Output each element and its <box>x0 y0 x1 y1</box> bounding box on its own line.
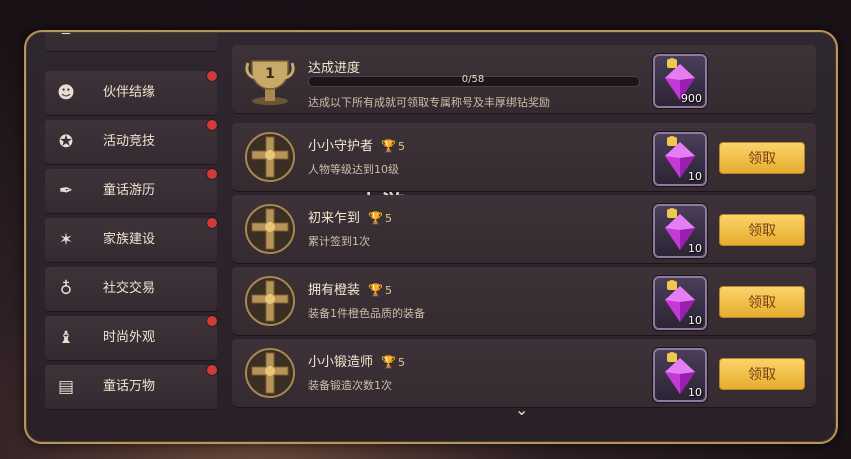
trophy-icon: 🏆 <box>381 139 396 153</box>
progress-value: 0/58 <box>461 74 485 85</box>
book-icon: ▤ <box>57 377 75 397</box>
trophy-icon: 🏆 <box>381 355 396 369</box>
notification-dot <box>207 365 217 375</box>
trophy-count: 5 <box>397 356 405 369</box>
progress-title: 达成进度 <box>308 61 361 76</box>
sidebar-item-label: 家族建设 <box>103 33 155 51</box>
trophy-icon: 🏆 <box>368 283 383 297</box>
achievement-desc: 装备1件橙色品质的装备 <box>308 307 425 320</box>
sidebar-item-fashion[interactable]: ♝ 时尚外观 <box>45 316 217 360</box>
sidebar-item-label: 伙伴结缘 <box>103 85 156 100</box>
achievement-card: 小小守护者 🏆 5 人物等级达到10级 10 领取 <box>232 123 816 191</box>
trophy-count: 5 <box>397 140 405 153</box>
sidebar-item-label: 社交交易 <box>103 281 156 296</box>
claim-button[interactable]: 领取 <box>719 214 805 246</box>
feather-icon: ✒ <box>58 181 74 201</box>
achievement-card: 小小锻造师 🏆 5 装备锻造次数1次 10 领取 <box>232 339 816 407</box>
family-icon: ✶ <box>58 230 74 250</box>
reward-slot[interactable]: 900 <box>653 54 707 108</box>
sidebar-item-companion[interactable]: ☻ 伙伴结缘 <box>45 71 217 115</box>
badge-number: 1 <box>265 66 275 82</box>
fashion-icon: ♝ <box>58 328 74 348</box>
progress-desc: 达成以下所有成就可领取专属称号及丰厚绑钻奖励 <box>308 96 550 109</box>
claim-button[interactable]: 领取 <box>719 286 805 318</box>
sidebar-item-0[interactable]: ⌂ 家族建设 <box>45 33 217 51</box>
social-icon: ♁ <box>59 279 73 299</box>
notification-dot <box>207 120 217 130</box>
reward-slot[interactable]: 10 <box>653 204 707 258</box>
trophy-badge-icon: 1 <box>245 60 295 105</box>
achievement-title: 拥有橙装 <box>308 283 361 298</box>
sidebar-item-journey[interactable]: ✒ 童话游历 <box>45 169 217 213</box>
sidebar-item-collection[interactable]: ▤ 童话万物 <box>45 365 217 409</box>
achievement-card: 初来乍到 🏆 5 累计签到1次 10 领取 <box>232 195 816 263</box>
companion-icon: ☻ <box>57 83 75 103</box>
sidebar-item-arena[interactable]: ✪ 活动竞技 <box>45 120 217 164</box>
house-icon: ⌂ <box>55 33 77 40</box>
sidebar-item-label: 童话游历 <box>103 183 156 198</box>
sidebar: ⌂ 家族建设 ☻ 伙伴结缘 ✪ 活动竞技 ✒ 童话游历 ✶ 家族建设 ♁ 社交交… <box>45 33 219 413</box>
notification-dot <box>207 71 217 81</box>
trophy-icon: 🏆 <box>368 211 383 225</box>
achievement-desc: 装备锻造次数1次 <box>308 379 392 392</box>
progress-card: 1 达成进度 0/58 达成以下所有成就可领取专属称号及丰厚绑钻奖励 900 <box>232 45 816 113</box>
reward-slot[interactable]: 10 <box>653 132 707 186</box>
reward-count: 900 <box>681 92 702 105</box>
sidebar-item-label: 家族建设 <box>103 232 156 247</box>
achievement-desc: 累计签到1次 <box>308 235 370 248</box>
sidebar-item-label: 时尚外观 <box>103 330 156 345</box>
cross-badge-icon <box>244 273 296 329</box>
reward-count: 10 <box>688 386 702 399</box>
reward-count: 10 <box>688 242 702 255</box>
notification-dot <box>207 218 217 228</box>
reward-slot[interactable]: 10 <box>653 348 707 402</box>
achievement-title: 小小守护者 <box>308 139 374 154</box>
achievement-list: 1 达成进度 0/58 达成以下所有成就可领取专属称号及丰厚绑钻奖励 900 小… <box>232 45 818 417</box>
sidebar-item-social[interactable]: ♁ 社交交易 <box>45 267 217 311</box>
trophy-count: 5 <box>384 212 392 225</box>
achievement-card: 拥有橙装 🏆 5 装备1件橙色品质的装备 10 领取 <box>232 267 816 335</box>
notification-dot <box>207 316 217 326</box>
achievement-desc: 人物等级达到10级 <box>308 163 399 176</box>
reward-slot[interactable]: 10 <box>653 276 707 330</box>
trophy-count: 5 <box>384 284 392 297</box>
claim-button[interactable]: 领取 <box>719 142 805 174</box>
cross-badge-icon <box>244 201 296 257</box>
achievement-title: 初来乍到 <box>308 211 361 226</box>
sidebar-item-family[interactable]: ✶ 家族建设 <box>45 218 217 262</box>
sidebar-item-label: 童话万物 <box>103 379 156 394</box>
chevron-down-icon[interactable]: ⌄ <box>515 400 528 419</box>
sidebar-item-label: 活动竞技 <box>103 134 156 149</box>
reward-count: 10 <box>688 314 702 327</box>
notification-dot <box>207 169 217 179</box>
achievement-title: 小小锻造师 <box>308 355 374 370</box>
arena-icon: ✪ <box>58 132 74 152</box>
cross-badge-icon <box>244 129 296 185</box>
reward-count: 10 <box>688 170 702 183</box>
cross-badge-icon <box>244 345 296 401</box>
claim-button[interactable]: 领取 <box>719 358 805 390</box>
